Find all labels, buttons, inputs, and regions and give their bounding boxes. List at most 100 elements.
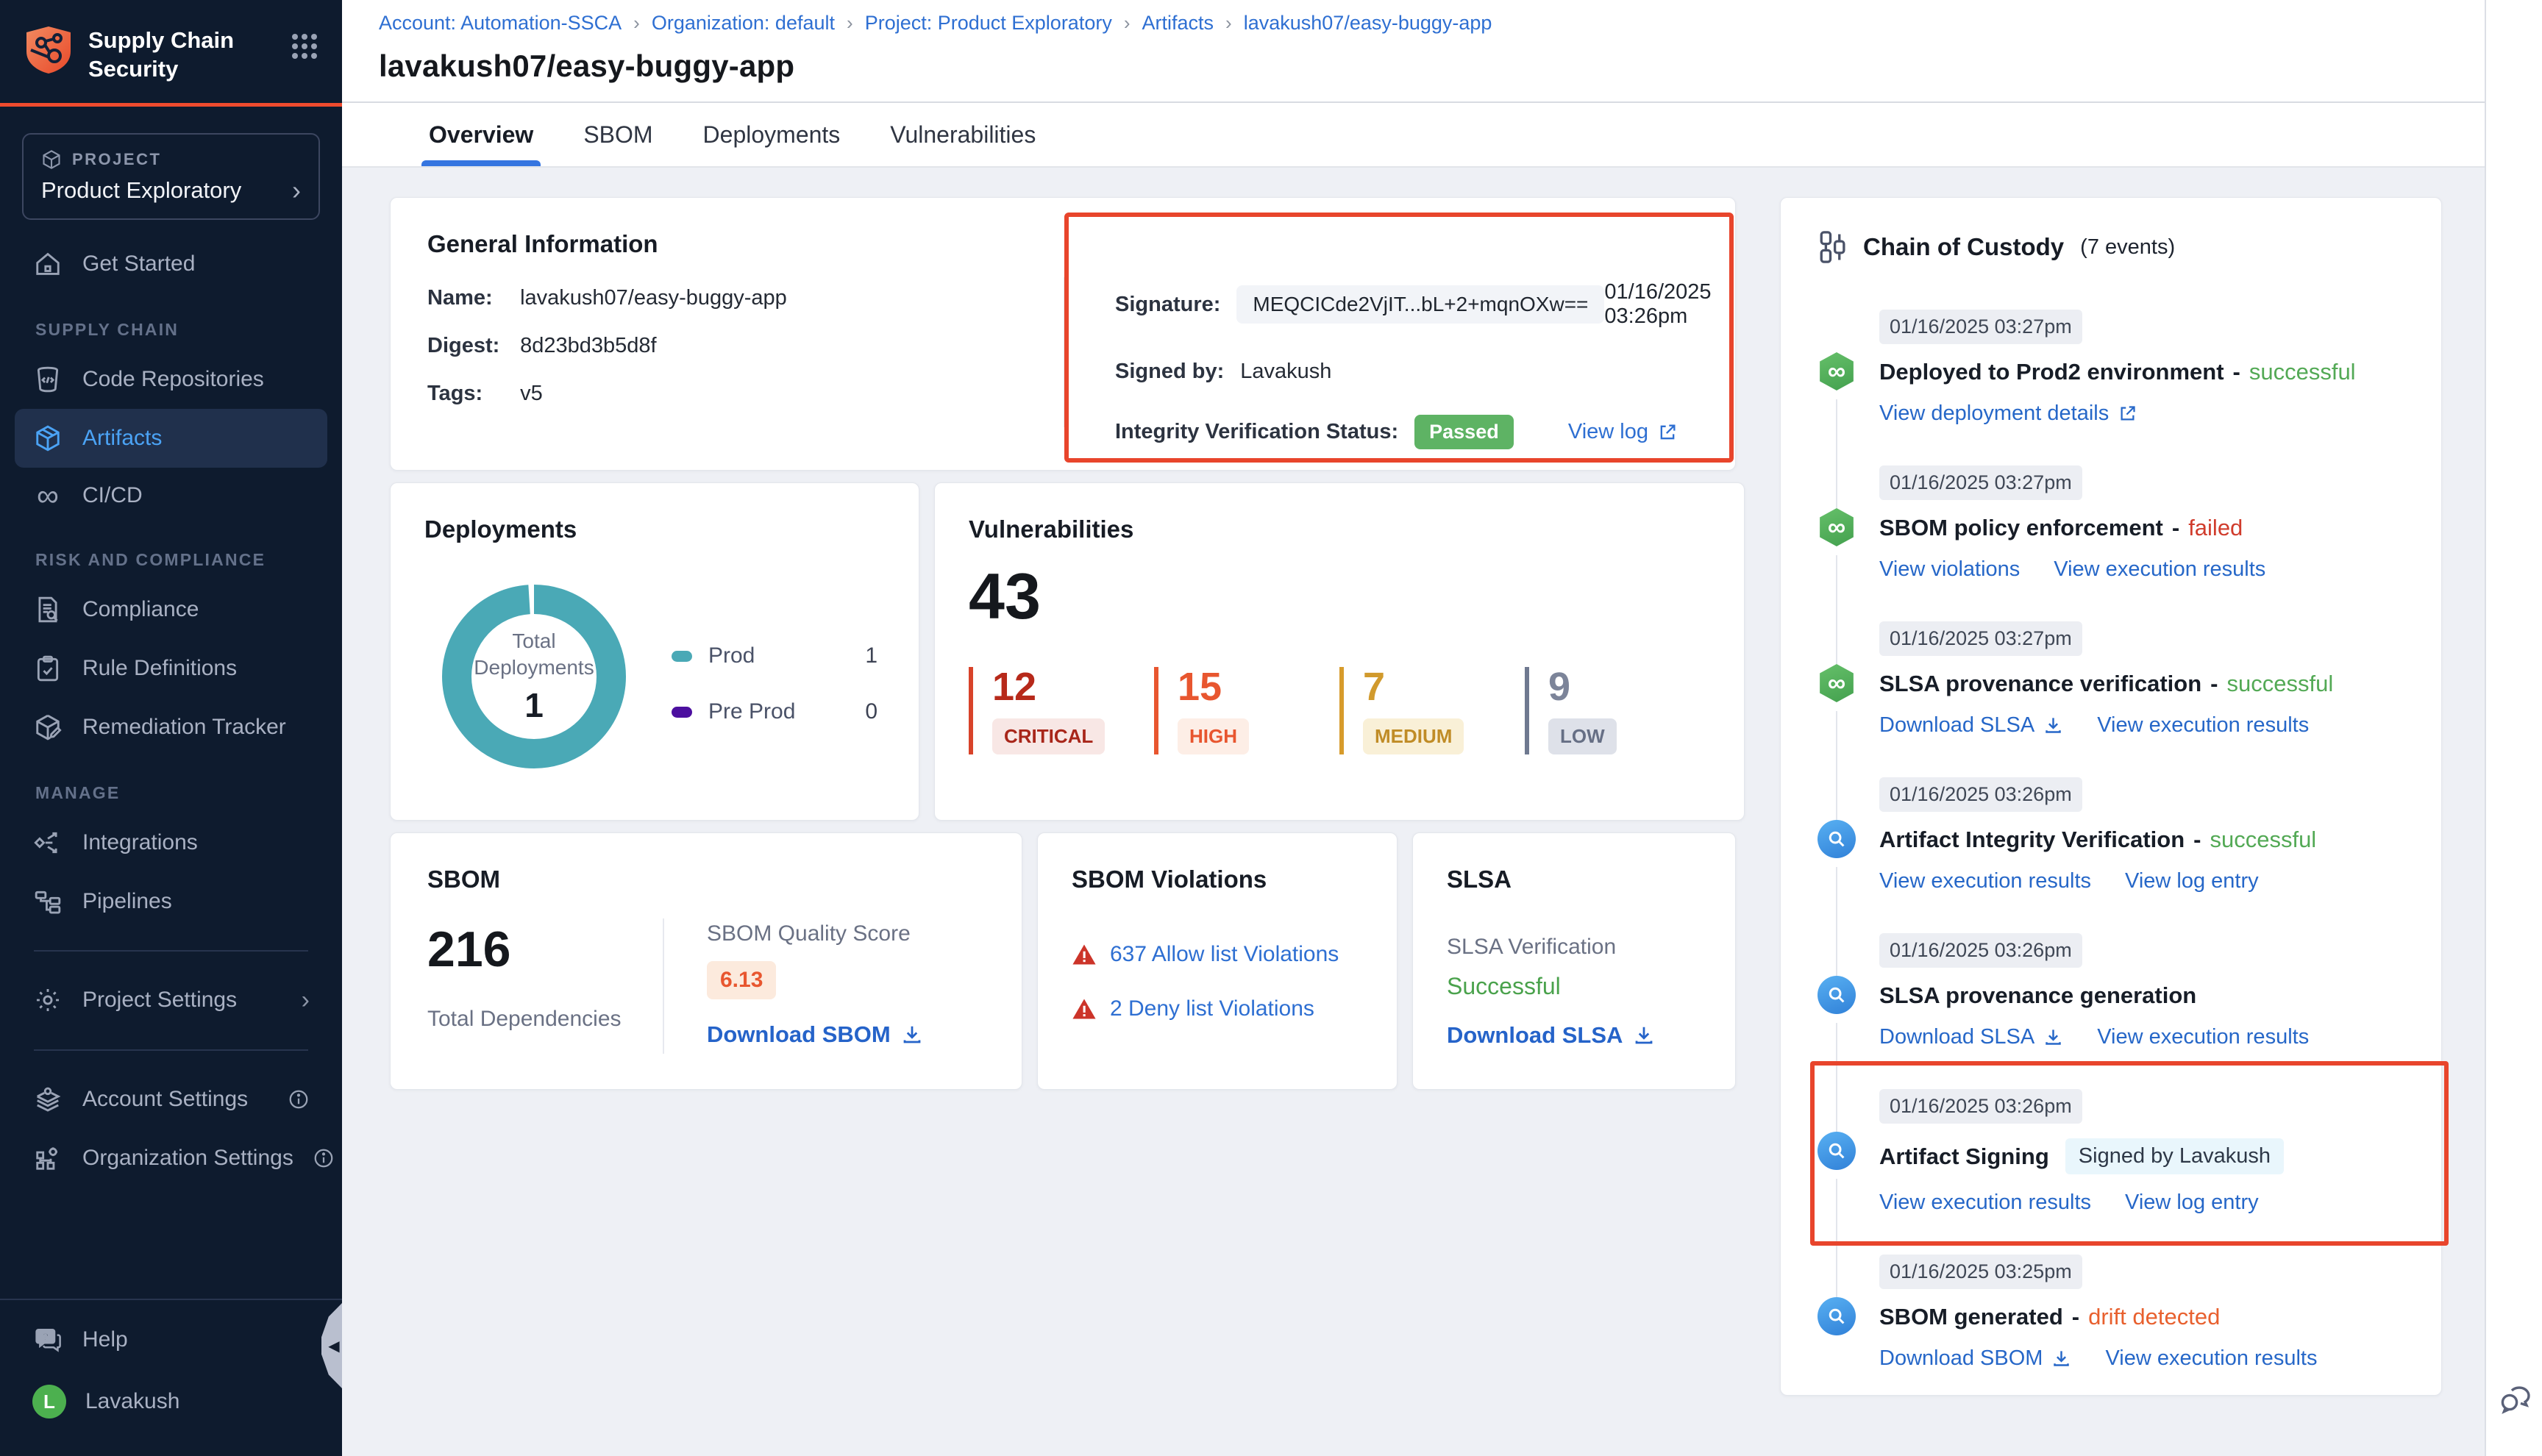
sidebar-item-integrations[interactable]: Integrations [15,813,327,872]
view-deployment-details-link[interactable]: View deployment details [1879,402,2137,426]
view-execution-results-link[interactable]: View execution results [2097,1025,2309,1049]
sidebar-item-artifacts[interactable]: Artifacts [15,409,327,468]
sidebar-item-code-repositories[interactable]: Code Repositories [15,350,327,409]
view-violations-link[interactable]: View violations [1879,557,2020,582]
chain-of-custody-title: Chain of Custody [1863,233,2064,261]
chain-icon [1818,230,1848,264]
slsa-verification-label: SLSA Verification [1447,935,1701,960]
tab-bar: Overview SBOM Deployments Vulnerabilitie… [342,103,2485,168]
sidebar-item-help[interactable]: ? Help [15,1310,327,1369]
severity-row: 12 CRITICAL 15 HIGH 7 MEDIUM 9 LOW [969,667,1710,754]
sidebar-item-account-settings[interactable]: Account Settings [15,1070,327,1129]
donut-center-label: Total Deployments [471,628,597,682]
prod-legend-swatch [672,651,692,662]
svg-text:?: ? [42,1332,49,1343]
deployments-donut-chart: Total Deployments 1 [435,577,633,776]
breadcrumb-account[interactable]: Account: Automation-SSCA [379,12,622,35]
tab-sbom[interactable]: SBOM [579,103,657,166]
sbom-card: SBOM 216 Total Dependencies SBOM Quality… [390,832,1022,1090]
download-sbom-link[interactable]: Download SBOM [707,1021,923,1048]
download-icon [2051,1349,2071,1368]
download-slsa-link[interactable]: Download SLSA [1879,713,2063,738]
user-menu[interactable]: L Lavakush [15,1369,327,1434]
breadcrumb-artifacts[interactable]: Artifacts [1142,12,1214,35]
sidebar-item-remediation-tracker[interactable]: Remediation Tracker [15,698,327,757]
event-timestamp: 01/16/2025 03:27pm [1879,310,2082,344]
sbom-total-label: Total Dependencies [427,1007,663,1032]
brand-accent-divider [0,103,342,107]
download-slsa-link[interactable]: Download SLSA [1879,1025,2063,1049]
brand-title: Supply Chain Security [88,25,274,84]
view-log-entry-link[interactable]: View log entry [2125,869,2259,893]
sidebar-item-get-started[interactable]: Get Started [15,235,327,293]
scan-event-icon [1818,820,1856,858]
app-grid-icon[interactable] [291,32,318,60]
sidebar-divider [34,1049,308,1051]
view-execution-results-link[interactable]: View execution results [2097,713,2309,738]
breadcrumb-organization[interactable]: Organization: default [652,12,835,35]
deny-list-violations-link[interactable]: 2 Deny list Violations [1072,996,1363,1021]
event-timestamp: 01/16/2025 03:26pm [1879,777,2082,812]
chevron-right-icon: › [302,986,310,1015]
pipelines-flow-icon [32,888,63,916]
sidebar-item-rule-definitions[interactable]: Rule Definitions [15,639,327,698]
coc-event-slsa-verification: ∞ 01/16/2025 03:27pm SLSA provenance ver… [1818,621,2404,777]
general-information-card: General Information Name: lavakush07/eas… [390,197,1736,471]
main-content: General Information Name: lavakush07/eas… [342,168,2485,1456]
breadcrumb-separator: › [1124,12,1131,35]
deployments-legend: Prod 1 Pre Prod 0 [672,643,877,724]
collapse-arrow-icon: ◀ [328,1337,339,1355]
donut-center-value: 1 [524,685,544,725]
sidebar-item-compliance[interactable]: Compliance [15,580,327,639]
tab-overview[interactable]: Overview [424,103,538,166]
view-execution-results-link[interactable]: View execution results [2105,1346,2317,1371]
sbom-violations-title: SBOM Violations [1072,866,1363,893]
project-selector-value: Product Exploratory [41,177,241,204]
sidebar-item-organization-settings[interactable]: Organization Settings [15,1129,327,1188]
view-execution-results-link[interactable]: View execution results [1879,869,2091,893]
signed-by-badge: Signed by Lavakush [2065,1138,2284,1174]
user-name: Lavakush [85,1389,179,1414]
slsa-verification-status: Successful [1447,973,1701,1000]
clipboard-check-icon [32,654,63,682]
pre-prod-legend-swatch [672,707,692,718]
sidebar-item-cicd[interactable]: ∞ CI/CD [15,468,327,524]
event-timeline: ∞ 01/16/2025 03:27pm Deployed to Prod2 e… [1818,310,2404,1410]
download-icon [1633,1024,1655,1046]
download-sbom-link[interactable]: Download SBOM [1879,1346,2071,1371]
severity-medium: 7 MEDIUM [1339,667,1525,754]
event-timestamp: 01/16/2025 03:27pm [1879,465,2082,500]
breadcrumb-project[interactable]: Project: Product Exploratory [865,12,1112,35]
view-execution-results-link[interactable]: View execution results [1879,1191,2091,1215]
coc-event-slsa-generation: 01/16/2025 03:26pm SLSA provenance gener… [1818,933,2404,1089]
tab-vulnerabilities[interactable]: Vulnerabilities [886,103,1040,166]
view-log-link[interactable]: View log [1568,420,1678,444]
chat-support-icon[interactable] [2498,1382,2533,1418]
coc-event-sbom-generated: 01/16/2025 03:25pm SBOM generated-drift … [1818,1255,2404,1410]
breadcrumb-current[interactable]: lavakush07/easy-buggy-app [1244,12,1492,35]
breadcrumb-separator: › [633,12,640,35]
project-selector[interactable]: PROJECT Product Exploratory › [22,133,320,220]
warning-triangle-icon [1072,996,1097,1021]
sidebar-item-pipelines[interactable]: Pipelines [15,872,327,931]
allow-list-violations-link[interactable]: 637 Allow list Violations [1072,942,1363,967]
pipeline-event-icon: ∞ [1818,664,1856,702]
slsa-card: SLSA SLSA Verification Successful Downlo… [1412,832,1736,1090]
sbom-quality-label: SBOM Quality Score [707,921,923,946]
view-execution-results-link[interactable]: View execution results [2054,557,2265,582]
sidebar-item-project-settings[interactable]: Project Settings › [15,971,327,1030]
slsa-title: SLSA [1447,866,1701,893]
info-icon [313,1147,335,1169]
signature-value: MEQCICde2VjIT...bL+2+mqnOXw== [1236,285,1604,324]
brand-header: Supply Chain Security [0,0,342,103]
event-timestamp: 01/16/2025 03:26pm [1879,933,2082,968]
download-slsa-link[interactable]: Download SLSA [1447,1022,1701,1049]
tab-deployments[interactable]: Deployments [699,103,845,166]
download-icon [2043,1027,2063,1047]
sidebar-divider [34,950,308,952]
sidebar-footer: ? Help L Lavakush [0,1299,342,1456]
chain-of-custody-panel: Chain of Custody (7 events) ∞ 01/16/2025… [1780,197,2442,1396]
signature-date: 01/16/2025 03:26pm [1604,280,1711,329]
view-log-entry-link[interactable]: View log entry [2125,1191,2259,1215]
breadcrumb-separator: › [1225,12,1232,35]
